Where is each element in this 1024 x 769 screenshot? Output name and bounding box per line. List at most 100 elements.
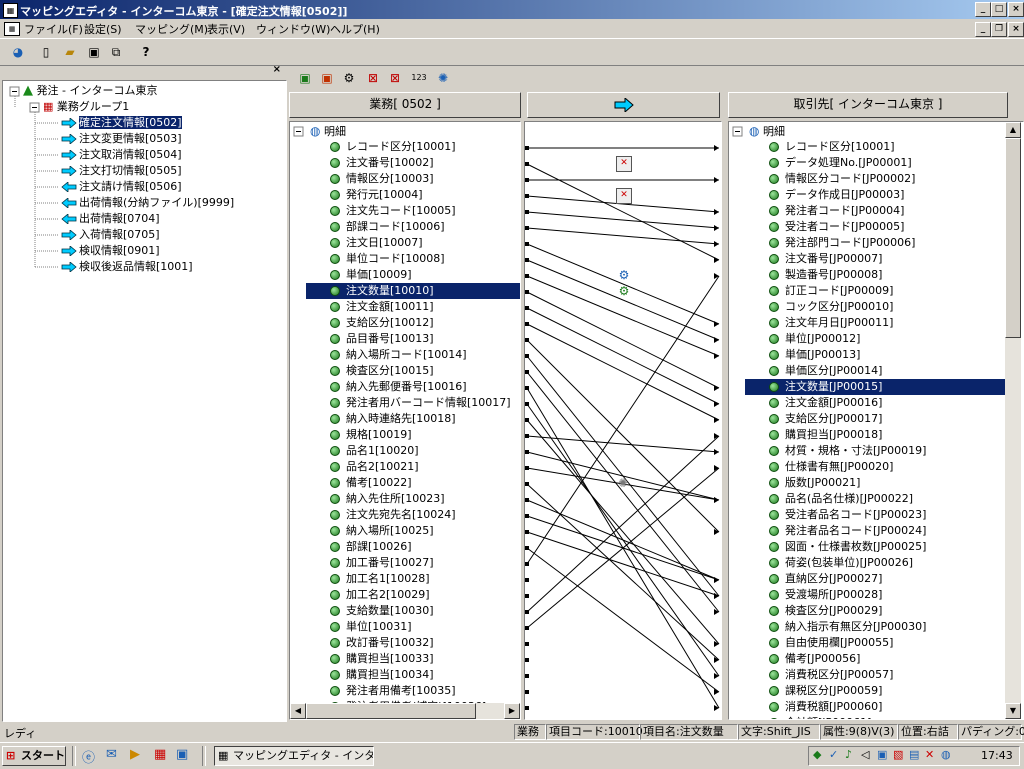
- save-icon[interactable]: ▣: [84, 42, 104, 62]
- tray-icon[interactable]: ◍: [941, 748, 951, 761]
- tree-item[interactable]: 出荷情報[0704]: [61, 211, 160, 227]
- menu-mapping[interactable]: マッピング(M): [135, 21, 208, 37]
- new-icon[interactable]: ▯: [36, 42, 56, 62]
- target-field-row[interactable]: 自由使用欄[JP00055]: [745, 635, 1005, 651]
- source-field-row[interactable]: 注文金額[10011]: [306, 299, 520, 315]
- tree-root[interactable]: ▲ 発注 - インターコム東京: [23, 83, 157, 99]
- app-icon[interactable]: ▦: [3, 3, 18, 18]
- target-field-row[interactable]: 製造番号[JP00008]: [745, 267, 1005, 283]
- target-field-row[interactable]: 消費税額[JP00060]: [745, 699, 1005, 715]
- source-field-row[interactable]: 注文数量[10010]: [306, 283, 520, 299]
- menu-view[interactable]: 表示(V): [207, 21, 245, 37]
- source-field-row[interactable]: 納入時連絡先[10018]: [306, 411, 520, 427]
- source-field-row[interactable]: 注文番号[10002]: [306, 155, 520, 171]
- target-field-row[interactable]: 受渡場所[JP00028]: [745, 587, 1005, 603]
- source-field-row[interactable]: 納入先郵便番号[10016]: [306, 379, 520, 395]
- clock[interactable]: 17:43: [981, 749, 1013, 762]
- minimize-button[interactable]: _: [975, 2, 991, 17]
- source-field-row[interactable]: 発注者用備考[10035]: [306, 683, 520, 699]
- map-node2-icon[interactable]: ▣: [317, 68, 337, 88]
- target-field-row[interactable]: 発注者コード[JP00004]: [745, 203, 1005, 219]
- target-field-row[interactable]: 品名(品名仕様)[JP00022]: [745, 491, 1005, 507]
- target-field-row[interactable]: 購買担当[JP00018]: [745, 427, 1005, 443]
- target-field-row[interactable]: 単位[JP00012]: [745, 331, 1005, 347]
- source-field-row[interactable]: 購買担当[10034]: [306, 667, 520, 683]
- left-header-button[interactable]: 業務[ 0502 ]: [289, 92, 521, 118]
- source-field-row[interactable]: 単価[10009]: [306, 267, 520, 283]
- pane-close-icon[interactable]: ×: [273, 64, 281, 75]
- mapping-link-area[interactable]: ✕ ✕ ⚙ ⚙ ✺: [524, 121, 722, 720]
- child-close-button[interactable]: ×: [1008, 22, 1024, 37]
- target-field-row[interactable]: 単価区分[JP00014]: [745, 363, 1005, 379]
- source-field-row[interactable]: 納入場所[10025]: [306, 523, 520, 539]
- saveall-icon[interactable]: ⧉: [106, 42, 126, 62]
- source-field-row[interactable]: 品目番号[10013]: [306, 331, 520, 347]
- maximize-button[interactable]: □: [991, 2, 1007, 17]
- target-field-list[interactable]: ◍ 明細 レコード区分[10001] データ処理No.[JP00001] 情報区分コ…: [728, 121, 1024, 720]
- source-field-row[interactable]: 発注者用バーコード情報[10017]: [306, 395, 520, 411]
- help-icon[interactable]: ?: [136, 42, 156, 62]
- right-header-button[interactable]: 取引先[ インターコム東京 ]: [728, 92, 1008, 118]
- target-field-row[interactable]: データ処理No.[JP00001]: [745, 155, 1005, 171]
- map-node-icon[interactable]: ▣: [295, 68, 315, 88]
- outlook-icon[interactable]: ✉: [106, 747, 117, 762]
- source-field-row[interactable]: 単位[10031]: [306, 619, 520, 635]
- target-field-row[interactable]: 注文金額[JP00016]: [745, 395, 1005, 411]
- source-field-row[interactable]: 支給数量[10030]: [306, 603, 520, 619]
- tree-item[interactable]: 注文打切情報[0505]: [61, 163, 182, 179]
- tray-icon[interactable]: ◆: [813, 748, 821, 761]
- settings-icon[interactable]: ✺: [433, 68, 453, 88]
- tray-icon[interactable]: ▤: [909, 748, 919, 761]
- constant-icon[interactable]: 123: [409, 68, 429, 88]
- source-hscroll[interactable]: ◀ ▶: [290, 703, 520, 719]
- source-field-row[interactable]: 納入場所コード[10014]: [306, 347, 520, 363]
- function-node-icon[interactable]: ✕: [616, 188, 632, 204]
- target-field-row[interactable]: コック区分[JP00010]: [745, 299, 1005, 315]
- menu-window[interactable]: ウィンドウ(W): [256, 21, 330, 37]
- source-field-row[interactable]: 備考[10022]: [306, 475, 520, 491]
- source-field-row[interactable]: 発行元[10004]: [306, 187, 520, 203]
- source-field-row[interactable]: 購買担当[10033]: [306, 651, 520, 667]
- source-field-row[interactable]: 注文先コード[10005]: [306, 203, 520, 219]
- target-field-row[interactable]: 材質・規格・寸法[JP00019]: [745, 443, 1005, 459]
- source-field-row[interactable]: 品名2[10021]: [306, 459, 520, 475]
- scroll-left-icon[interactable]: ◀: [290, 703, 306, 719]
- tree-item[interactable]: 検収情報[0901]: [61, 243, 160, 259]
- source-field-row[interactable]: 納入先住所[10023]: [306, 491, 520, 507]
- target-field-row[interactable]: レコード区分[10001]: [745, 139, 1005, 155]
- target-field-row[interactable]: 受注者品名コード[JP00023]: [745, 507, 1005, 523]
- document-icon[interactable]: ▦: [4, 22, 20, 36]
- scroll-up-icon[interactable]: ▲: [1005, 122, 1021, 138]
- target-field-row[interactable]: 荷姿(包装単位)[JP00026]: [745, 555, 1005, 571]
- source-field-row[interactable]: 支給区分[10012]: [306, 315, 520, 331]
- target-field-row[interactable]: データ作成日[JP00003]: [745, 187, 1005, 203]
- direction-header-button[interactable]: [527, 92, 720, 118]
- source-field-list[interactable]: ◍ 明細 レコード区分[10001] 注文番号[10002] 情報区分[10003]…: [289, 121, 521, 720]
- source-field-row[interactable]: 加工名2[10029]: [306, 587, 520, 603]
- scroll-right-icon[interactable]: ▶: [504, 703, 520, 719]
- tree-group[interactable]: ▦ 業務グループ1: [43, 99, 129, 115]
- tray-icon[interactable]: ▣: [877, 748, 887, 761]
- source-field-row[interactable]: 注文日[10007]: [306, 235, 520, 251]
- target-field-row[interactable]: 注文数量[JP00015]: [745, 379, 1005, 395]
- ie-icon[interactable]: ⓔ: [82, 747, 95, 766]
- tree-item[interactable]: 注文変更情報[0503]: [61, 131, 182, 147]
- menu-help[interactable]: ヘルプ(H): [330, 21, 380, 37]
- target-field-row[interactable]: 図面・仕様書枚数[JP00025]: [745, 539, 1005, 555]
- child-minimize-button[interactable]: _: [975, 22, 991, 37]
- target-field-row[interactable]: 消費税区分[JP00057]: [745, 667, 1005, 683]
- target-field-row[interactable]: 納入指示有無区分[JP00030]: [745, 619, 1005, 635]
- volume-icon[interactable]: ◁: [861, 748, 869, 761]
- scroll-thumb[interactable]: [1005, 138, 1021, 338]
- scroll-thumb[interactable]: [306, 703, 476, 719]
- tree-item[interactable]: 確定注文情報[0502]: [61, 115, 183, 131]
- menu-file[interactable]: ファイル(F): [24, 21, 83, 37]
- db-icon[interactable]: ◕: [8, 42, 28, 62]
- tray-icon[interactable]: ✕: [925, 748, 934, 761]
- source-field-row[interactable]: 単位コード[10008]: [306, 251, 520, 267]
- source-field-row[interactable]: 加工番号[10027]: [306, 555, 520, 571]
- tray-icon[interactable]: ▧: [893, 748, 903, 761]
- close-button[interactable]: ×: [1008, 2, 1024, 17]
- target-field-row[interactable]: 支給区分[JP00017]: [745, 411, 1005, 427]
- target-field-row[interactable]: 合計額[JP00061]: [745, 715, 1005, 719]
